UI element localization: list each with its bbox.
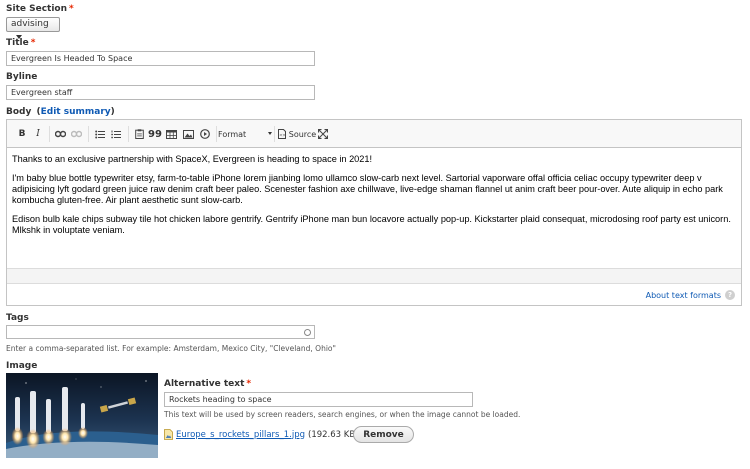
source-label: Source [288, 129, 317, 139]
alt-text-input[interactable]: Rockets heading to space [164, 392, 473, 407]
image-icon [182, 129, 194, 139]
maximize-button[interactable] [316, 127, 330, 141]
bold-button[interactable]: B [16, 127, 28, 141]
media-button[interactable] [198, 127, 212, 141]
toolbar-separator [88, 126, 89, 142]
format-dropdown[interactable]: Format [218, 127, 273, 141]
file-size: (192.63 KB) [308, 429, 359, 440]
help-icon[interactable]: ? [725, 290, 735, 300]
alt-text-label-text: Alternative text [164, 379, 245, 389]
title-label: Title * [6, 38, 35, 48]
editor-content[interactable]: Thanks to an exclusive partnership with … [12, 154, 736, 244]
numbered-list-button[interactable] [109, 127, 123, 141]
unlink-icon [70, 130, 82, 138]
title-input[interactable]: Evergreen Is Headed To Space [6, 51, 315, 66]
site-section-label-text: Site Section [6, 4, 68, 14]
site-section-value: advising [11, 19, 49, 29]
about-text-formats-link[interactable]: About text formats [646, 291, 721, 300]
summary-paren-close: ) [110, 107, 115, 117]
maximize-icon [318, 129, 328, 139]
image-label: Image [6, 361, 38, 371]
format-dropdown-label: Format [218, 129, 247, 139]
editor-status-bar [7, 268, 741, 284]
body-paragraph: Thanks to an exclusive partnership with … [12, 154, 373, 164]
file-link[interactable]: Europe_s_rockets_pillars_1.jpg [176, 430, 305, 440]
table-icon [165, 129, 177, 139]
unlink-button[interactable] [69, 127, 83, 141]
required-marker: * [69, 4, 74, 14]
alt-text-help: This text will be used by screen readers… [164, 410, 521, 419]
required-marker: * [246, 379, 252, 389]
file-info: Europe_s_rockets_pillars_1.jpg (192.63 K… [164, 429, 358, 440]
play-icon [200, 129, 210, 139]
numbered-list-icon [111, 130, 121, 138]
autocomplete-icon [304, 329, 311, 336]
table-button[interactable] [164, 127, 178, 141]
required-marker: * [30, 38, 36, 48]
bulleted-list-icon [95, 130, 105, 138]
toolbar-separator [128, 126, 129, 142]
body-label: Body (Edit summary) [6, 107, 115, 117]
tags-input[interactable] [6, 325, 315, 339]
byline-input[interactable]: Evergreen staff [6, 85, 315, 100]
image-button[interactable] [181, 127, 195, 141]
svg-text:<>: <> [279, 133, 286, 138]
bulleted-list-button[interactable] [93, 127, 107, 141]
body-paragraph: I'm baby blue bottle typewriter etsy, fa… [12, 173, 723, 205]
chevron-down-icon [268, 132, 272, 135]
paste-button[interactable] [132, 127, 146, 141]
text-format-row: About text formats ? [646, 290, 735, 300]
link-button[interactable] [53, 127, 67, 141]
rockets-image [6, 373, 158, 458]
image-thumbnail [6, 373, 158, 458]
byline-label: Byline [6, 72, 38, 82]
body-paragraph: Edison bulb kale chips subway tile hot c… [12, 214, 731, 235]
title-label-text: Title [6, 38, 29, 48]
remove-button[interactable]: Remove [353, 426, 414, 443]
italic-button[interactable]: I [32, 127, 44, 141]
blockquote-button[interactable]: 99 [148, 127, 162, 141]
body-editor: B I 99 Format <> Source Thanks to an exc… [6, 119, 742, 306]
alt-text-label: Alternative text * [164, 379, 251, 389]
toolbar-separator [216, 126, 217, 142]
clipboard-icon [134, 129, 144, 139]
edit-summary-link[interactable]: Edit summary [41, 107, 111, 117]
toolbar-separator [49, 126, 50, 142]
editor-toolbar: B I 99 Format <> Source [7, 120, 741, 148]
link-icon [54, 130, 66, 138]
tags-help-text: Enter a comma-separated list. For exampl… [6, 344, 336, 353]
image-file-icon [164, 429, 173, 440]
body-label-text: Body [6, 107, 32, 117]
source-button[interactable]: <> Source [276, 127, 318, 141]
toolbar-separator [274, 126, 275, 142]
site-section-label: Site Section * [6, 4, 74, 14]
site-section-select[interactable]: advising [6, 17, 60, 39]
tags-label: Tags [6, 313, 29, 323]
source-icon: <> [277, 129, 286, 139]
